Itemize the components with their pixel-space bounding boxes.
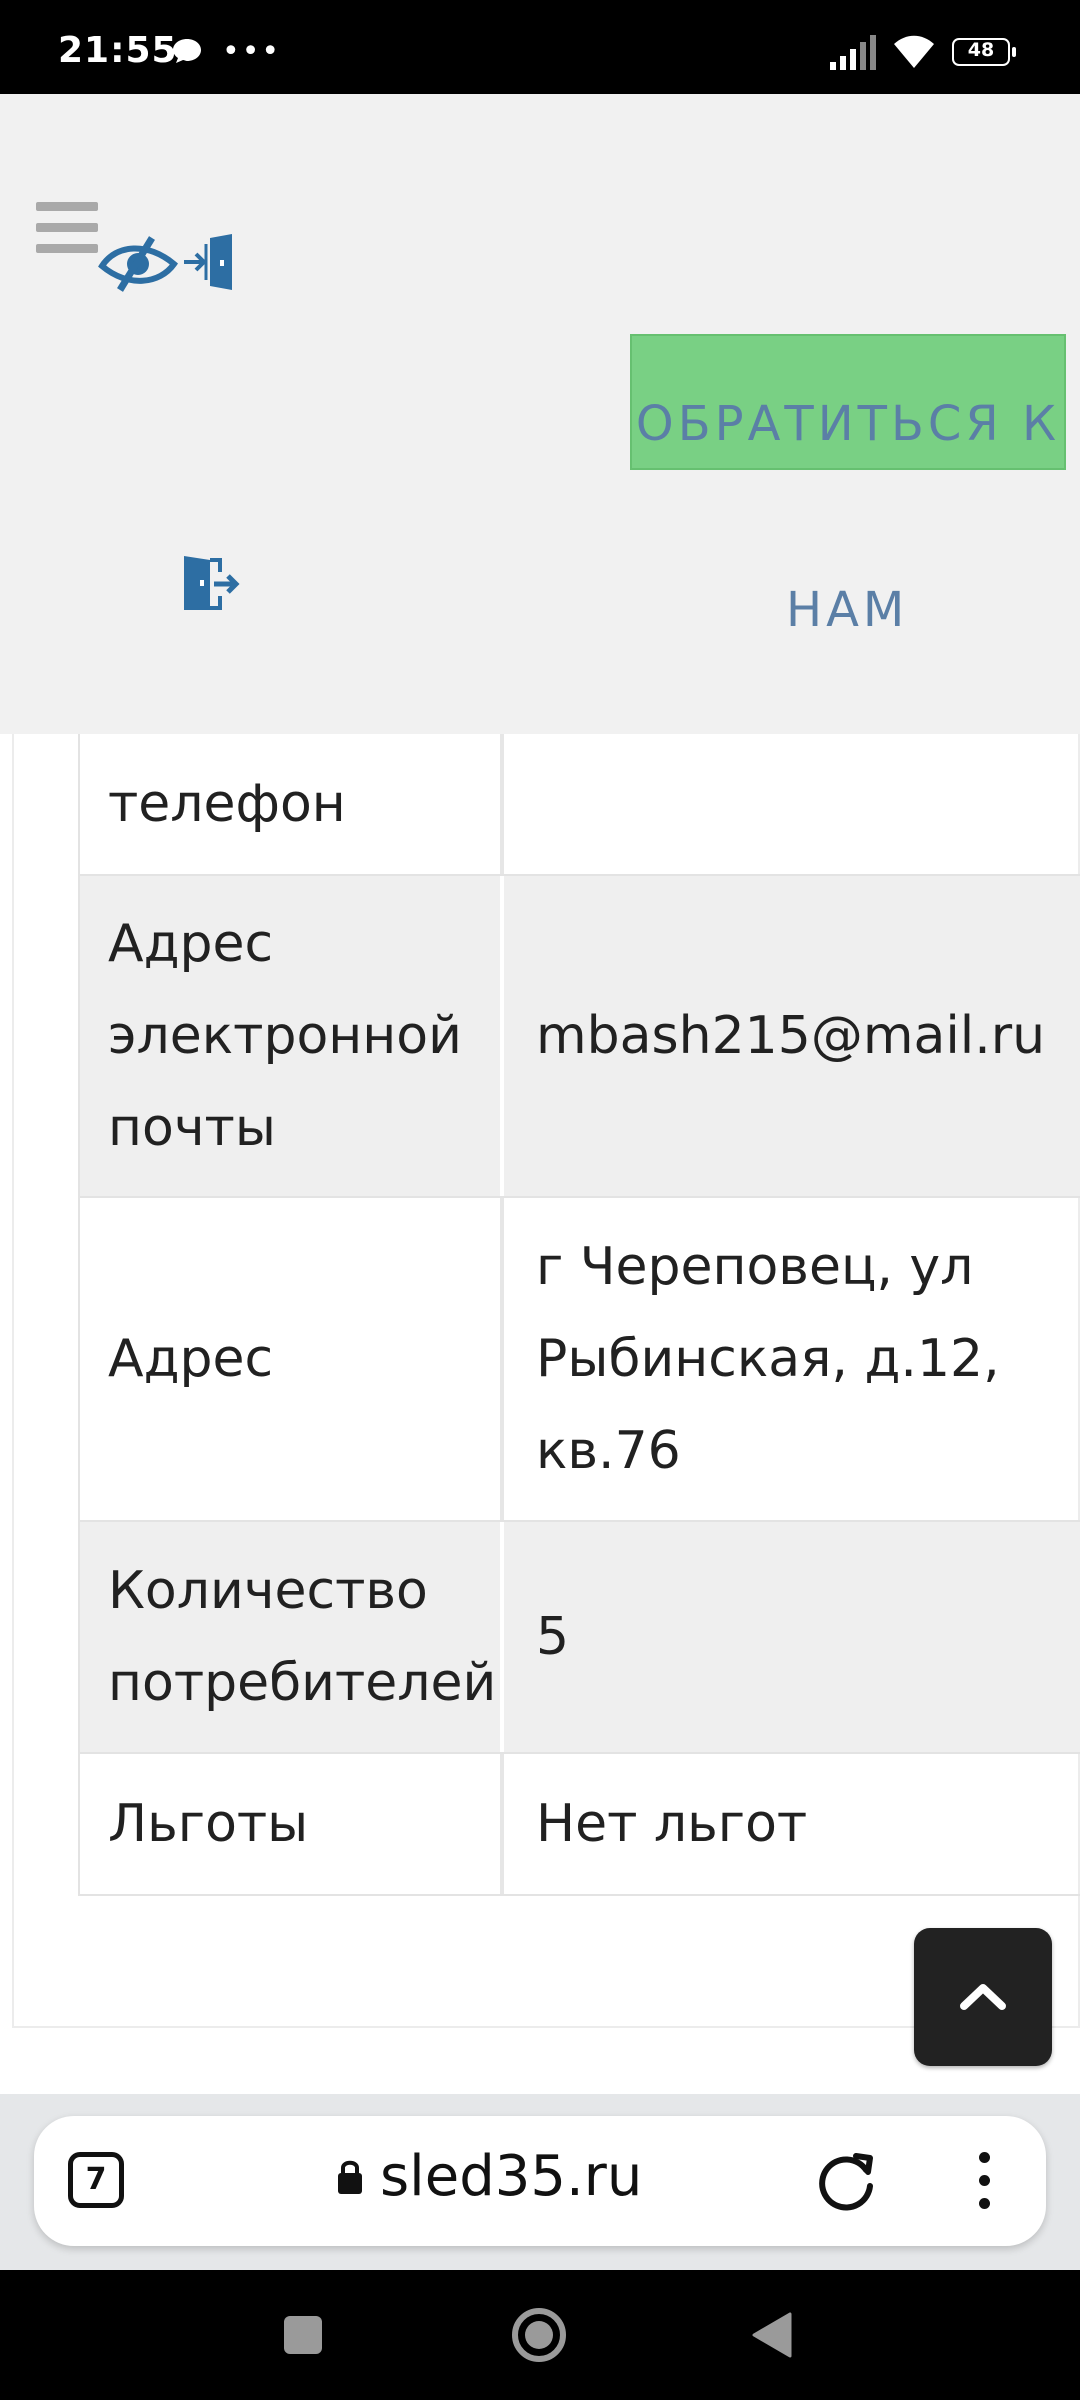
consumer-info-table: телефон Адрес электронной почты mbash215… <box>78 734 1080 1896</box>
menu-icon[interactable] <box>36 202 98 254</box>
status-bar: 21:55 ••• 48 <box>0 0 1080 94</box>
table-value: 5 <box>536 1607 570 1667</box>
battery-level: 48 <box>967 39 995 61</box>
site-header: ОБРАТИТЬСЯ К НАМ <box>0 94 1080 734</box>
table-key: Льготы <box>80 1754 504 1894</box>
recents-icon[interactable] <box>284 2316 322 2354</box>
contact-us-label-line2[interactable]: НАМ <box>786 582 908 638</box>
visually-impaired-icon[interactable] <box>98 234 178 294</box>
more-vert-icon[interactable] <box>976 2152 992 2212</box>
home-icon[interactable] <box>510 2306 568 2364</box>
contact-us-label: ОБРАТИТЬСЯ К <box>635 396 1061 452</box>
back-icon[interactable] <box>752 2312 792 2358</box>
table-row: Адрес электронной почты mbash215@mail.ru <box>80 876 1080 1198</box>
more-notifications-icon: ••• <box>222 34 282 69</box>
reload-icon[interactable] <box>816 2150 878 2212</box>
table-row: Количество потребителей 5 <box>80 1522 1080 1754</box>
table-value <box>508 734 1080 874</box>
login-icon[interactable] <box>182 232 238 292</box>
signal-icon <box>830 35 876 70</box>
table-key: телефон <box>80 734 504 874</box>
logout-icon[interactable] <box>180 552 240 614</box>
table-value: Нет льгот <box>536 1794 808 1854</box>
battery-icon: 48 <box>952 38 1018 68</box>
table-key: Количество потребителей <box>80 1522 504 1752</box>
table-key: Адрес электронной почты <box>80 876 504 1196</box>
url-text[interactable]: sled35.ru <box>380 2144 642 2209</box>
table-value: г Череповец, ул Рыбинская, д.12, кв.76 <box>536 1237 1000 1481</box>
tabs-icon[interactable]: 7 <box>68 2152 124 2208</box>
table-row: Адрес г Череповец, ул Рыбинская, д.12, к… <box>80 1198 1080 1522</box>
status-time: 21:55 <box>58 30 178 71</box>
table-row: Льготы Нет льгот <box>80 1754 1080 1896</box>
table-key: Адрес <box>80 1198 504 1520</box>
chevron-up-icon <box>960 1984 1006 2010</box>
contact-us-button[interactable]: ОБРАТИТЬСЯ К <box>630 334 1066 470</box>
wifi-icon <box>894 35 934 68</box>
address-bar[interactable]: 7 sled35.ru <box>34 2116 1046 2246</box>
scroll-to-top-button[interactable] <box>914 1928 1052 2066</box>
chat-notification-icon <box>173 39 201 63</box>
system-nav-bar <box>0 2270 1080 2400</box>
lock-icon <box>338 2160 362 2194</box>
table-row: телефон <box>80 734 1080 876</box>
table-value: mbash215@mail.ru <box>536 1006 1046 1066</box>
